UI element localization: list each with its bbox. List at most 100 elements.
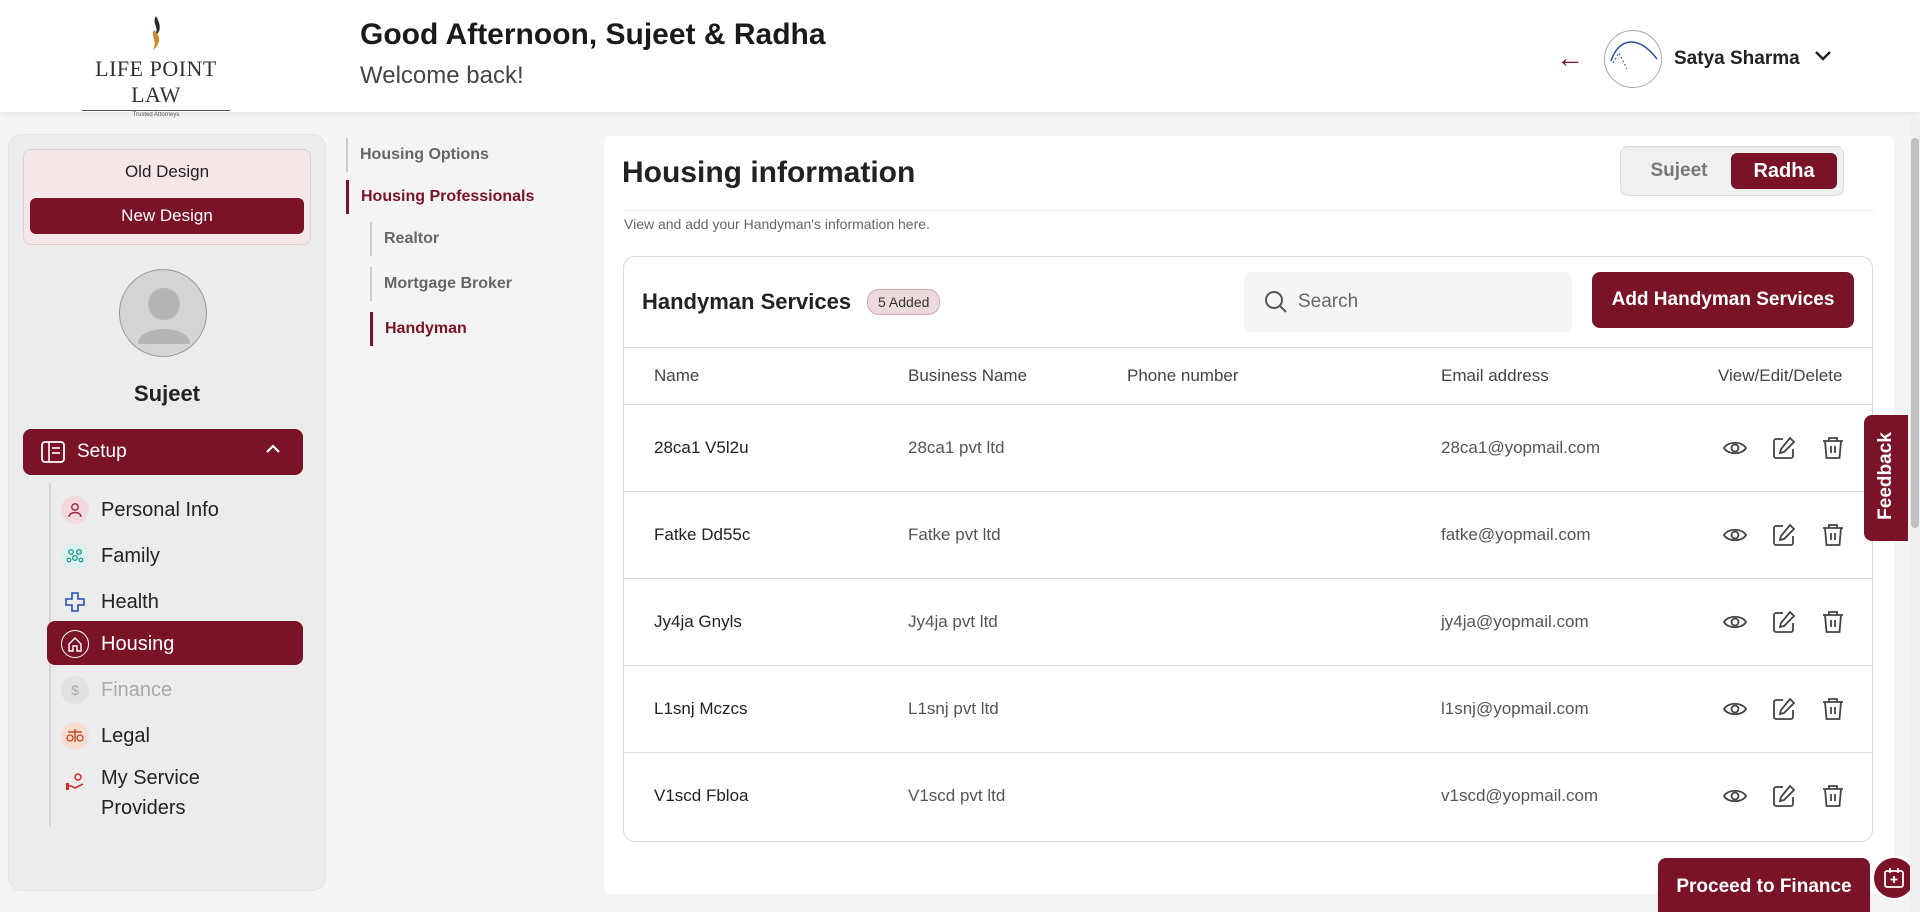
- view-eye-icon[interactable]: [1722, 696, 1750, 724]
- table-row: 28ca1 V5l2u 28ca1 pvt ltd 28ca1@yopmail.co…: [624, 405, 1872, 492]
- cell-name: Jy4ja Gnyls: [654, 612, 742, 631]
- search-icon: [1264, 290, 1288, 319]
- family-icon: [61, 542, 89, 570]
- page-scrollbar[interactable]: [1910, 118, 1920, 912]
- calendar-plus-icon: [1884, 868, 1904, 888]
- col-business-name: Business Name: [908, 366, 1028, 385]
- sidebar-item-finance[interactable]: $ Finance: [47, 667, 303, 711]
- greeting-subtitle: Welcome back!: [360, 62, 524, 89]
- old-design-button[interactable]: Old Design: [24, 162, 310, 182]
- person-placeholder-icon: [138, 288, 190, 344]
- cell-business-name: V1scd pvt ltd: [908, 786, 1006, 805]
- profile-avatar[interactable]: [119, 269, 207, 357]
- setup-section-toggle[interactable]: Setup: [23, 429, 303, 475]
- cell-name: V1scd Fbloa: [654, 786, 749, 805]
- view-eye-icon[interactable]: [1722, 783, 1750, 811]
- row-actions: [1722, 522, 1843, 550]
- home-icon: [61, 630, 89, 658]
- sidebar-item-housing[interactable]: Housing: [47, 621, 303, 665]
- table-row: Jy4ja Gnyls Jy4ja pvt ltd jy4ja@yopmail.co…: [624, 579, 1872, 666]
- row-actions: [1722, 609, 1843, 637]
- user-avatar[interactable]: [1604, 30, 1662, 88]
- dollar-icon: $: [61, 676, 89, 704]
- table-header: Name Business Name Phone number Email ad…: [624, 347, 1872, 405]
- spouse-toggle: Sujeet Radha: [1620, 146, 1844, 196]
- view-eye-icon[interactable]: [1722, 522, 1750, 550]
- health-cross-icon: [61, 588, 89, 616]
- chevron-down-icon[interactable]: [1814, 46, 1832, 67]
- count-badge: 5 Added: [867, 289, 941, 315]
- edit-pencil-icon[interactable]: [1771, 609, 1799, 637]
- back-arrow-icon[interactable]: ←: [1556, 44, 1584, 72]
- delete-trash-icon[interactable]: [1820, 696, 1848, 724]
- chevron-up-icon: [265, 441, 281, 459]
- scrollbar-thumb[interactable]: [1911, 138, 1919, 528]
- edit-pencil-icon[interactable]: [1771, 522, 1799, 550]
- subnav-handyman[interactable]: Handyman: [370, 312, 467, 346]
- col-name: Name: [654, 366, 700, 385]
- sidebar-item-label: Family: [101, 545, 160, 567]
- sidebar-item-label: Finance: [101, 679, 173, 701]
- brand-tagline: Trusted Attorneys: [82, 110, 230, 118]
- cell-name: 28ca1 V5l2u: [654, 438, 749, 457]
- feedback-label: Feedback: [1875, 432, 1896, 520]
- left-sidebar: Old Design New Design Sujeet Setup Perso…: [8, 134, 326, 891]
- sidebar-item-legal[interactable]: Legal: [47, 713, 303, 757]
- table-row: V1scd Fbloa V1scd pvt ltd v1scd@yopmail.co…: [624, 753, 1872, 840]
- service-hand-icon: [61, 768, 89, 796]
- feedback-tab[interactable]: Feedback: [1864, 415, 1908, 541]
- delete-trash-icon[interactable]: [1820, 435, 1848, 463]
- person-icon: [61, 496, 89, 524]
- sidebar-item-label: Personal Info: [101, 499, 219, 521]
- list-icon: [41, 441, 65, 468]
- delete-trash-icon[interactable]: [1820, 522, 1848, 550]
- sidebar-item-health[interactable]: Health: [47, 579, 303, 623]
- table-row: L1snj Mczcs L1snj pvt ltd l1snj@yopmail.co…: [624, 666, 1872, 753]
- cell-business-name: Jy4ja pvt ltd: [908, 612, 998, 631]
- cell-name: Fatke Dd55c: [654, 525, 751, 544]
- row-actions: [1722, 696, 1843, 724]
- sidebar-item-personal-info[interactable]: Personal Info: [47, 487, 303, 531]
- search-input[interactable]: [1298, 282, 1558, 322]
- sidebar-item-family[interactable]: Family: [47, 533, 303, 577]
- subnav-realtor[interactable]: Realtor: [370, 222, 439, 256]
- user-name[interactable]: Satya Sharma: [1674, 48, 1800, 70]
- subnav-housing-professionals[interactable]: Housing Professionals: [346, 180, 534, 214]
- row-actions: [1722, 435, 1843, 463]
- profile-name: Sujeet: [133, 381, 201, 406]
- view-eye-icon[interactable]: [1722, 609, 1750, 637]
- subnav-housing-options[interactable]: Housing Options: [346, 138, 489, 172]
- search-box: [1244, 272, 1572, 332]
- proceed-to-finance-button[interactable]: Proceed to Finance: [1658, 858, 1870, 912]
- edit-pencil-icon[interactable]: [1771, 435, 1799, 463]
- sidebar-item-my-service-providers[interactable]: My Service Providers: [47, 759, 303, 823]
- cell-business-name: 28ca1 pvt ltd: [908, 438, 1005, 457]
- edit-pencil-icon[interactable]: [1771, 696, 1799, 724]
- main-panel: Housing information Sujeet Radha View an…: [604, 136, 1894, 894]
- sidebar-item-label: Health: [101, 591, 159, 613]
- cell-business-name: Fatke pvt ltd: [908, 525, 1001, 544]
- card-title: Handyman Services: [642, 289, 852, 314]
- sidebar-item-label: Housing: [101, 633, 175, 655]
- toggle-option-sujeet[interactable]: Sujeet: [1631, 153, 1727, 189]
- view-eye-icon[interactable]: [1722, 435, 1750, 463]
- design-switcher: Old Design New Design: [23, 149, 311, 245]
- add-handyman-button[interactable]: Add Handyman Services: [1592, 272, 1854, 328]
- toggle-option-radha[interactable]: Radha: [1731, 153, 1837, 189]
- brand-logo[interactable]: LIFE POINT LAW Trusted Attorneys: [70, 14, 242, 118]
- scales-icon: [61, 722, 89, 750]
- delete-trash-icon[interactable]: [1820, 609, 1848, 637]
- setup-label: Setup: [77, 441, 127, 462]
- cell-name: L1snj Mczcs: [654, 699, 748, 718]
- greeting-block: Good Afternoon, Sujeet & Radha Welcome b…: [360, 18, 826, 90]
- col-actions: View/Edit/Delete: [1718, 366, 1843, 385]
- table-row: Fatke Dd55c Fatke pvt ltd fatke@yopmail.co…: [624, 492, 1872, 579]
- page-title: Housing information: [622, 156, 916, 189]
- subnav-mortgage-broker[interactable]: Mortgage Broker: [370, 267, 512, 301]
- cell-business-name: L1snj pvt ltd: [908, 699, 999, 718]
- delete-trash-icon[interactable]: [1820, 783, 1848, 811]
- edit-pencil-icon[interactable]: [1771, 783, 1799, 811]
- header-divider: [624, 210, 1874, 211]
- new-design-button[interactable]: New Design: [30, 198, 304, 234]
- col-email: Email address: [1441, 366, 1549, 385]
